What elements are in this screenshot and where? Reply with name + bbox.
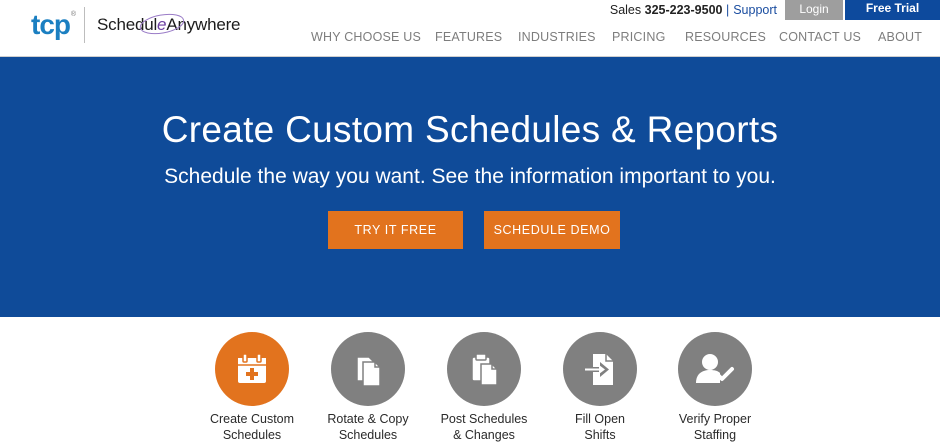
main-nav: WHY CHOOSE US FEATURES INDUSTRIES PRICIN… [300,30,940,48]
nav-features[interactable]: FEATURES [435,30,502,44]
hero-banner: Create Custom Schedules & Reports Schedu… [0,57,940,317]
feature-verify-proper-staffing[interactable]: Verify Proper Staffing [660,332,770,443]
feature-fill-open-shifts[interactable]: Fill Open Shifts [545,332,655,443]
schedule-anywhere-logo: ScheduleAnywhere [97,13,241,35]
feature-label: Verify Proper Staffing [678,412,752,442]
feature-label: Create Custom Schedules [209,412,295,442]
tcp-logo: tcp ® [31,9,76,40]
login-button[interactable]: Login [785,0,843,20]
features-row: Create Custom Schedules Rotate & Copy Sche… [0,317,940,443]
try-it-free-button[interactable]: TRY IT FREE [328,211,463,249]
logo-swoosh-icon [139,13,185,35]
feature-icon-circle [331,332,405,406]
free-trial-button[interactable]: Free Trial [845,0,940,20]
feature-label: Rotate & Copy Schedules [327,412,409,442]
feature-icon-circle [447,332,521,406]
feature-icon-circle [563,332,637,406]
copy-documents-icon [356,356,381,387]
nav-contact-us[interactable]: CONTACT US [779,30,861,44]
calendar-plus-icon [238,353,266,383]
feature-rotate-copy-schedules[interactable]: Rotate & Copy Schedules [313,332,423,443]
utility-bar: Sales 325-223-9500 | Support Login Free … [610,0,940,20]
schedule-demo-button[interactable]: SCHEDULE DEMO [484,211,620,249]
feature-label: Fill Open Shifts [574,412,626,442]
nav-pricing[interactable]: PRICING [612,30,666,44]
feature-icon-circle [215,332,289,406]
nav-industries[interactable]: INDUSTRIES [518,30,596,44]
logo-divider [84,7,85,43]
document-arrow-icon [585,354,613,385]
support-link[interactable]: Support [733,3,777,17]
site-header: tcp ® ScheduleAnywhere Sales 325-223-9500… [0,0,940,57]
feature-label: Post Schedules & Changes [440,412,528,442]
hero-title: Create Custom Schedules & Reports [161,109,779,150]
feature-post-schedules-changes[interactable]: Post Schedules & Changes [429,332,539,443]
feature-icon-circle [678,332,752,406]
nav-why-choose-us[interactable]: WHY CHOOSE US [311,30,421,44]
clipboard-post-icon [471,353,498,386]
user-check-icon [696,354,734,383]
nav-resources[interactable]: RESOURCES [685,30,766,44]
feature-create-custom-schedules[interactable]: Create Custom Schedules [197,332,307,443]
tcp-scheduleanywhere-logo[interactable]: tcp ® ScheduleAnywhere [31,5,241,45]
sales-phone[interactable]: Sales 325-223-9500 | [610,3,729,17]
hero-subtitle: Schedule the way you want. See the infor… [164,165,776,188]
nav-about[interactable]: ABOUT [878,30,922,44]
